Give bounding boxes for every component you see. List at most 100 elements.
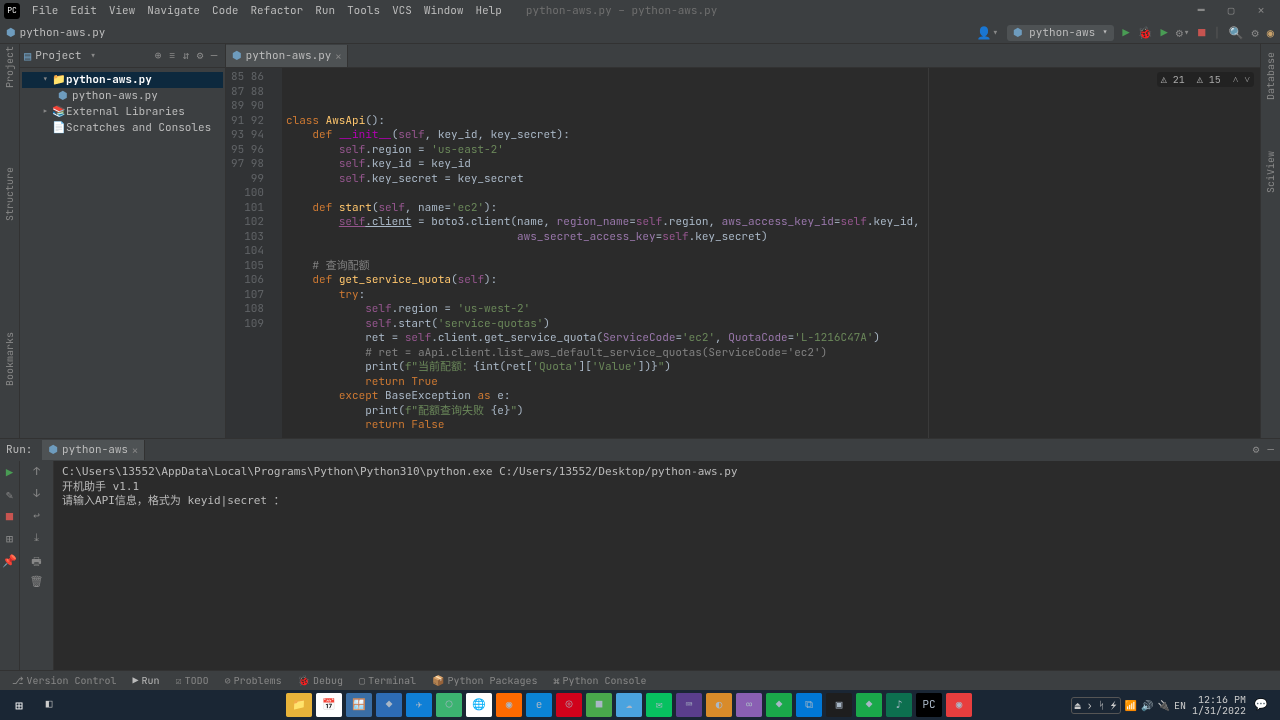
tool-debug[interactable]: 🐞 Debug bbox=[290, 674, 351, 687]
tool-version-control[interactable]: ⎇ Version Control bbox=[4, 674, 125, 687]
taskbar-app[interactable]: ⧉ bbox=[796, 693, 822, 717]
select-opened-file-icon[interactable]: ⊕ bbox=[151, 49, 165, 63]
taskbar-app[interactable]: ◉ bbox=[946, 693, 972, 717]
menu-navigate[interactable]: Navigate bbox=[141, 4, 206, 18]
scroll-to-end-icon[interactable]: ⤓ bbox=[29, 531, 45, 547]
taskbar-app[interactable]: ■ bbox=[586, 693, 612, 717]
start-button[interactable]: ⊞ bbox=[6, 693, 32, 717]
layout-icon[interactable]: ⊞ bbox=[0, 531, 19, 547]
tool-python-packages[interactable]: 📦 Python Packages bbox=[424, 674, 545, 687]
tray-icon[interactable]: EN bbox=[1174, 699, 1186, 712]
menu-view[interactable]: View bbox=[103, 4, 141, 18]
modify-run-icon[interactable]: ✎ bbox=[0, 487, 19, 503]
rerun-icon[interactable]: ▶ bbox=[0, 465, 19, 481]
project-tool-tab[interactable]: Project bbox=[3, 69, 16, 88]
taskbar-app[interactable]: ∞ bbox=[736, 693, 762, 717]
taskbar-app[interactable]: 📅 bbox=[316, 693, 342, 717]
breadcrumb[interactable]: ⬢ python-aws.py bbox=[6, 26, 105, 40]
tree-file[interactable]: ⬢ python-aws.py bbox=[22, 88, 223, 104]
taskbar-app[interactable]: 📁 bbox=[286, 693, 312, 717]
user-icon[interactable]: 👤▾ bbox=[977, 25, 999, 41]
menu-code[interactable]: Code bbox=[206, 4, 244, 18]
taskbar-app[interactable]: ◎ bbox=[556, 693, 582, 717]
tray-icon[interactable]: 📶 bbox=[1125, 699, 1137, 712]
taskbar-app[interactable]: ☁ bbox=[616, 693, 642, 717]
taskbar-app[interactable]: ◆ bbox=[766, 693, 792, 717]
settings-icon[interactable]: ⚙ bbox=[193, 49, 207, 63]
code-editor[interactable]: class AwsApi(): def __init__(self, key_i… bbox=[282, 68, 1260, 438]
settings-icon[interactable]: ⚙ bbox=[1253, 443, 1260, 457]
taskbar-app[interactable]: PC bbox=[916, 693, 942, 717]
window-min-icon[interactable]: ━ bbox=[1186, 4, 1216, 18]
coverage-icon[interactable]: ▶ bbox=[1161, 25, 1168, 41]
tree-root[interactable]: ▾📁 python-aws.py bbox=[22, 72, 223, 88]
tray-overflow-icon[interactable]: ⏏ › ᛋ ⚡ bbox=[1071, 697, 1121, 714]
taskbar-app[interactable]: ◯ bbox=[436, 693, 462, 717]
window-close-icon[interactable]: ✕ bbox=[1246, 4, 1276, 18]
sciview-tool-tab[interactable]: SciView bbox=[1264, 174, 1277, 193]
close-icon[interactable]: ✕ bbox=[132, 444, 138, 457]
system-tray[interactable]: ⏏ › ᛋ ⚡ 📶 🔊 🔌 EN bbox=[1071, 697, 1186, 714]
pin-icon[interactable]: 📌 bbox=[0, 553, 19, 569]
taskbar-app[interactable]: 🌐 bbox=[466, 693, 492, 717]
task-view-icon[interactable]: ◧ bbox=[36, 693, 62, 717]
project-view-title[interactable]: Project bbox=[35, 49, 89, 63]
tool-problems[interactable]: ⊘ Problems bbox=[217, 674, 290, 687]
taskbar-app[interactable]: ◆ bbox=[856, 693, 882, 717]
taskbar-app[interactable]: ✉ bbox=[646, 693, 672, 717]
run-output[interactable]: C:\Users\13552\AppData\Local\Programs\Py… bbox=[54, 461, 1280, 670]
stop-icon[interactable]: ■ bbox=[1198, 25, 1205, 41]
up-icon[interactable]: ↑ bbox=[29, 465, 45, 481]
taskbar-clock[interactable]: 12:16 PM 1/31/2022 bbox=[1192, 694, 1246, 716]
clear-icon[interactable]: 🗑 bbox=[29, 575, 45, 591]
taskbar-app[interactable]: 🪟 bbox=[346, 693, 372, 717]
stop-icon[interactable]: ■ bbox=[0, 509, 19, 525]
tool-todo[interactable]: ☑ TODO bbox=[168, 674, 217, 687]
hide-icon[interactable]: — bbox=[1267, 443, 1274, 457]
bookmarks-tool-tab[interactable]: Bookmarks bbox=[3, 367, 16, 386]
run-config-tab[interactable]: ⬢ python-aws ✕ bbox=[42, 440, 145, 460]
tool-python-console[interactable]: ⌘ Python Console bbox=[546, 674, 655, 687]
taskbar-app[interactable]: ⌨ bbox=[676, 693, 702, 717]
debug-icon[interactable]: 🐞 bbox=[1138, 25, 1153, 41]
print-icon[interactable]: 🖶 bbox=[29, 553, 45, 569]
menu-vcs[interactable]: VCS bbox=[386, 4, 418, 18]
menu-edit[interactable]: Edit bbox=[64, 4, 102, 18]
tool-terminal[interactable]: ▢ Terminal bbox=[351, 674, 424, 687]
tree-scratches[interactable]: 📄 Scratches and Consoles bbox=[22, 120, 223, 136]
menu-file[interactable]: File bbox=[26, 4, 64, 18]
hide-icon[interactable]: — bbox=[207, 49, 221, 63]
run-config-selector[interactable]: ⬢ python-aws ▾ bbox=[1007, 25, 1114, 41]
expand-all-icon[interactable]: ≡ bbox=[165, 49, 179, 63]
taskbar-app[interactable]: ♪ bbox=[886, 693, 912, 717]
taskbar-app[interactable]: ▣ bbox=[826, 693, 852, 717]
menu-run[interactable]: Run bbox=[309, 4, 341, 18]
menu-help[interactable]: Help bbox=[469, 4, 507, 18]
line-number-gutter[interactable]: 85 86 87 88 89 90 91 92 93 94 95 96 97 9… bbox=[226, 68, 270, 438]
search-icon[interactable]: 🔍 bbox=[1229, 25, 1244, 41]
taskbar-app[interactable]: ◐ bbox=[706, 693, 732, 717]
menu-tools[interactable]: Tools bbox=[341, 4, 386, 18]
run-icon[interactable]: ▶ bbox=[1122, 25, 1129, 41]
tool-run[interactable]: ▶ Run bbox=[125, 674, 168, 687]
database-tool-tab[interactable]: Database bbox=[1264, 81, 1277, 100]
menu-refactor[interactable]: Refactor bbox=[244, 4, 309, 18]
inspection-widget[interactable]: ⚠ 21 ⚠ 15 ˄ ˅ bbox=[1157, 72, 1254, 87]
down-icon[interactable]: ↓ bbox=[29, 487, 45, 503]
taskbar-app[interactable]: e bbox=[526, 693, 552, 717]
project-view-icon[interactable]: ▤ bbox=[24, 48, 31, 64]
taskbar-app[interactable]: ✈ bbox=[406, 693, 432, 717]
taskbar-app[interactable]: ◉ bbox=[496, 693, 522, 717]
fold-column[interactable] bbox=[270, 68, 282, 438]
taskbar-app[interactable]: ◆ bbox=[376, 693, 402, 717]
tray-icon[interactable]: 🔊 bbox=[1141, 699, 1153, 712]
close-icon[interactable]: ✕ bbox=[335, 50, 341, 63]
tree-external-libs[interactable]: ▸📚 External Libraries bbox=[22, 104, 223, 120]
window-max-icon[interactable]: ▢ bbox=[1216, 4, 1246, 18]
notification-icon[interactable]: 💬 bbox=[1248, 693, 1274, 717]
menu-window[interactable]: Window bbox=[418, 4, 470, 18]
learn-icon[interactable]: ◉ bbox=[1267, 25, 1274, 41]
soft-wrap-icon[interactable]: ↩ bbox=[29, 509, 45, 525]
profile-icon[interactable]: ⚙▾ bbox=[1176, 25, 1190, 41]
editor-tab[interactable]: ⬢ python-aws.py ✕ bbox=[226, 45, 348, 67]
